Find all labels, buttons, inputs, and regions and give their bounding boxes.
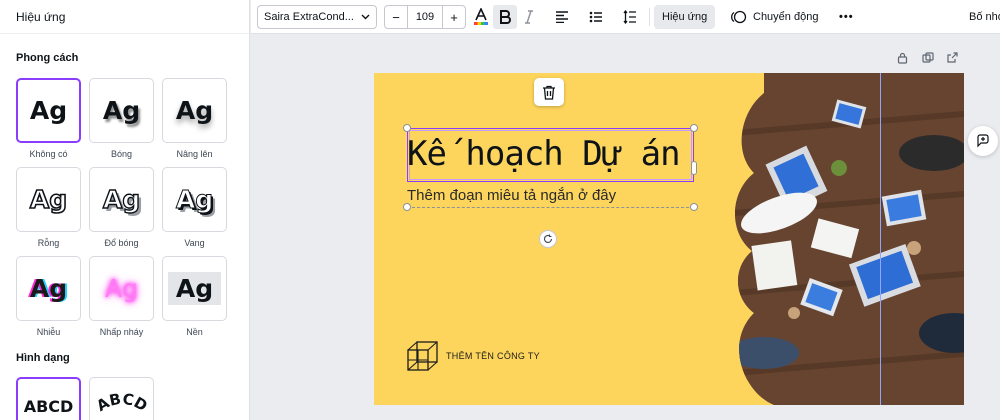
- increase-size-button[interactable]: +: [443, 6, 465, 28]
- trash-icon: [543, 85, 555, 100]
- style-tile[interactable]: Ag: [16, 78, 81, 143]
- more-button[interactable]: •••: [831, 5, 862, 29]
- add-comment-button[interactable]: [968, 126, 998, 156]
- style-label: Đổ bóng: [104, 238, 139, 248]
- style-label: Bóng: [110, 149, 133, 159]
- side-resize-handle[interactable]: [691, 161, 697, 175]
- style-tile[interactable]: Ag: [89, 78, 154, 143]
- font-name: Saira ExtraCond...: [264, 11, 354, 23]
- shape-grid: ABCD ABCD: [16, 377, 227, 420]
- selection-outline: [407, 207, 694, 208]
- style-label: Nền: [186, 327, 203, 337]
- style-section-title: Phong cách: [16, 52, 79, 64]
- style-none[interactable]: Ag Không có: [16, 78, 81, 161]
- style-sample: Ag: [102, 96, 141, 125]
- style-shadow[interactable]: Ag Bóng: [89, 78, 154, 161]
- bold-button[interactable]: [493, 5, 517, 29]
- chevron-down-icon: [361, 14, 370, 20]
- line-spacing-icon: [623, 10, 636, 24]
- style-label: Nâng lên: [176, 149, 213, 159]
- style-label: Nhấp nháy: [99, 327, 144, 337]
- shape-sample: ABCD: [23, 397, 74, 416]
- style-tile[interactable]: Ag: [162, 78, 227, 143]
- resize-handle[interactable]: [403, 203, 411, 211]
- lock-icon[interactable]: [897, 52, 908, 67]
- style-label: Không có: [29, 149, 68, 159]
- curved-text-sample: ABCD: [93, 390, 150, 415]
- align-left-icon: [556, 11, 568, 23]
- style-echo[interactable]: Ag Vang: [162, 167, 227, 250]
- style-background[interactable]: Ag Nền: [162, 256, 227, 339]
- style-label: Vang: [184, 238, 205, 248]
- font-size-stepper: − 109 +: [384, 5, 466, 29]
- effects-button[interactable]: Hiệu ứng: [654, 5, 716, 29]
- effects-panel: Hiệu ứng Phong cách Ag Không có Ag Bóng …: [0, 0, 250, 420]
- design-page[interactable]: Kế hoạch Dự án Thêm đoạn miêu tả ngắn ở …: [374, 73, 964, 405]
- font-family-select[interactable]: Saira ExtraCond...: [257, 5, 377, 29]
- resize-handle[interactable]: [690, 124, 698, 132]
- animate-icon: [731, 10, 747, 24]
- shape-curve[interactable]: ABCD: [89, 377, 154, 420]
- style-sample: Ag: [175, 96, 214, 125]
- spacing-button[interactable]: [618, 5, 642, 29]
- page-title[interactable]: Kế hoạch Dự án: [407, 131, 681, 177]
- style-label: Nhiễu: [36, 327, 61, 337]
- resize-handle[interactable]: [690, 203, 698, 211]
- decrease-size-button[interactable]: −: [385, 6, 407, 28]
- style-tile[interactable]: Ag: [16, 167, 81, 232]
- bullet-list-icon: [589, 11, 602, 23]
- style-tile[interactable]: Ag: [89, 256, 154, 321]
- style-splice[interactable]: Ag Đổ bóng: [89, 167, 154, 250]
- shape-section-title: Hình dạng: [16, 352, 70, 364]
- alignment-guide: [880, 73, 881, 405]
- text-color-icon: [474, 8, 488, 25]
- rotate-icon: [543, 234, 553, 243]
- font-size-input[interactable]: 109: [407, 6, 443, 28]
- delete-button[interactable]: [534, 78, 564, 106]
- style-tile[interactable]: Ag: [162, 256, 227, 321]
- office-photo[interactable]: [734, 73, 964, 405]
- style-glitch[interactable]: Ag Nhiễu: [16, 256, 81, 339]
- style-tile[interactable]: Ag: [89, 167, 154, 232]
- style-sample: Ag: [29, 96, 68, 125]
- align-button[interactable]: [550, 5, 574, 29]
- share-page-icon[interactable]: [946, 52, 958, 67]
- company-logo-icon: [407, 341, 438, 371]
- animate-label: Chuyển động: [753, 11, 819, 23]
- svg-text:ABCD: ABCD: [93, 390, 150, 415]
- comment-icon: [977, 134, 989, 148]
- list-button[interactable]: [584, 5, 608, 29]
- shape-none[interactable]: ABCD: [16, 377, 81, 420]
- bold-icon: [500, 10, 511, 24]
- style-tile[interactable]: Ag: [16, 256, 81, 321]
- toolbar-divider: [649, 8, 650, 26]
- style-neon[interactable]: Ag Nhấp nháy: [89, 256, 154, 339]
- style-sample: Ag: [167, 272, 222, 305]
- style-label: Rỗng: [37, 238, 60, 248]
- animate-button[interactable]: Chuyển động: [723, 5, 826, 29]
- top-toolbar: Saira ExtraCond... − 109 + Hiệu ứng Chuy…: [251, 0, 1000, 34]
- page-subtitle[interactable]: Thêm đoạn miêu tả ngắn ở đây: [407, 187, 616, 204]
- italic-icon: [525, 10, 533, 24]
- position-button[interactable]: Bố nhó: [961, 5, 1000, 29]
- rotate-handle[interactable]: [539, 230, 557, 248]
- style-tile[interactable]: Ag: [162, 167, 227, 232]
- style-hollow[interactable]: Ag Rỗng: [16, 167, 81, 250]
- italic-button[interactable]: [517, 5, 541, 29]
- company-name[interactable]: THÊM TÊN CÔNG TY: [446, 351, 540, 361]
- style-sample: Ag: [102, 185, 141, 214]
- style-sample: Ag: [175, 185, 214, 214]
- resize-handle[interactable]: [403, 124, 411, 132]
- style-lift[interactable]: Ag Nâng lên: [162, 78, 227, 161]
- panel-title: Hiệu ứng: [0, 0, 249, 34]
- shape-sample: ABCD: [93, 390, 150, 415]
- duplicate-icon[interactable]: [922, 52, 934, 67]
- style-sample: Ag: [29, 185, 68, 214]
- style-grid: Ag Không có Ag Bóng Ag Nâng lên Ag Rỗng …: [16, 78, 227, 339]
- text-color-button[interactable]: [469, 5, 493, 29]
- style-sample: Ag: [29, 274, 68, 303]
- style-sample: Ag: [105, 274, 138, 303]
